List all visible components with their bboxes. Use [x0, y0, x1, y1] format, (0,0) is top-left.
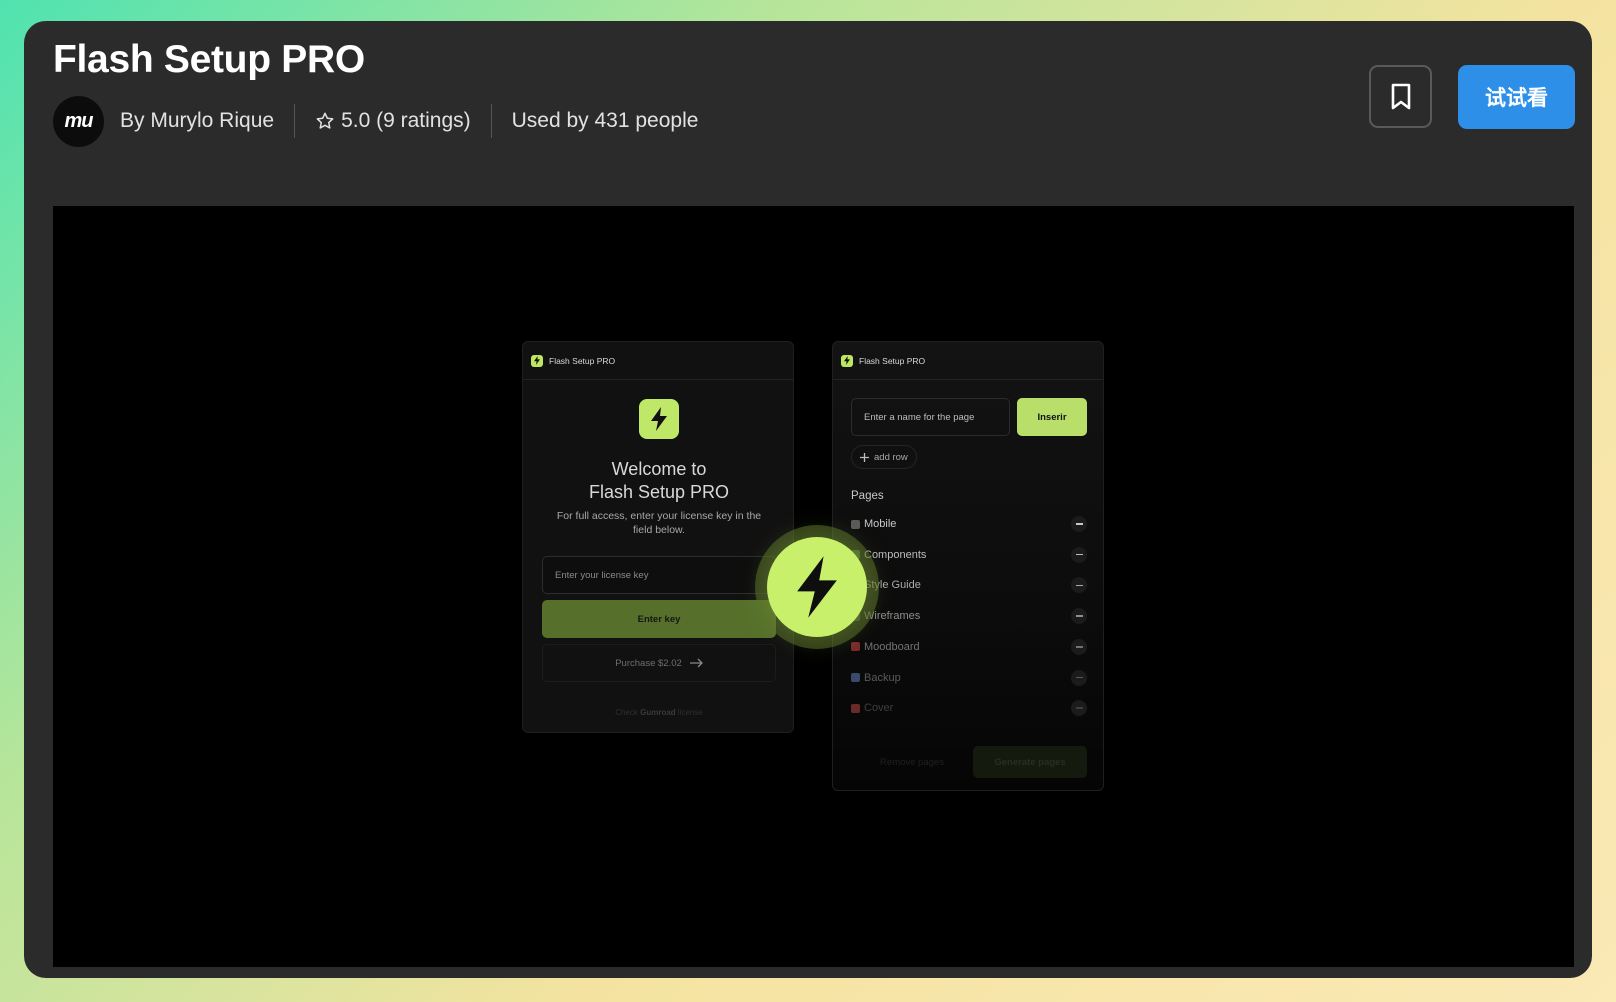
- page-label-group: Moodboard: [851, 641, 920, 653]
- welcome-subtitle: For full access, enter your license key …: [556, 510, 762, 536]
- preview-image: Flash Setup PRO Welcome to Flash Setup P…: [53, 206, 1574, 967]
- minus-icon: [1075, 523, 1083, 525]
- remove-page-button[interactable]: [1071, 577, 1087, 594]
- plugin-card: Flash Setup PRO mu By Murylo Rique 5.0 (…: [24, 21, 1592, 978]
- page-emoji-icon: [851, 519, 860, 529]
- page-emoji-icon: [851, 642, 860, 652]
- page-label: Moodboard: [864, 640, 920, 653]
- welcome-line: Flash Setup PRO: [588, 482, 730, 502]
- remove-page-button[interactable]: [1071, 546, 1087, 563]
- page-row: Wireframes: [851, 604, 1087, 628]
- minus-icon: [1075, 553, 1083, 556]
- minus-icon: [1075, 707, 1083, 709]
- page-label: Components: [864, 548, 927, 561]
- gumroad-link[interactable]: Gumroad: [640, 708, 676, 717]
- page-emoji-icon: [851, 703, 860, 713]
- purchase-label: Purchase $2.02: [615, 657, 682, 669]
- page-row: Cover: [851, 696, 1087, 720]
- panel-title: Flash Setup PRO: [549, 355, 616, 366]
- meta-divider: [490, 104, 492, 138]
- minus-icon: [1075, 584, 1083, 587]
- remove-page-button[interactable]: [1071, 516, 1087, 532]
- lightning-icon: [797, 556, 837, 618]
- lightning-badge-inner: [767, 537, 867, 637]
- page-label-group: Backup: [851, 672, 901, 684]
- bookmark-icon: [1391, 83, 1410, 109]
- minus-icon: [1075, 646, 1083, 648]
- license-panel: Flash Setup PRO Welcome to Flash Setup P…: [522, 341, 794, 733]
- add-row-label: add row: [874, 451, 908, 463]
- rating-text: 5.0 (9 ratings): [341, 109, 471, 132]
- plugin-meta: mu By Murylo Rique 5.0 (9 ratings) Used …: [53, 95, 698, 147]
- page-name-input[interactable]: Enter a name for the page: [851, 398, 1010, 436]
- author-link[interactable]: By Murylo Rique: [120, 109, 274, 133]
- page-title: Flash Setup PRO: [53, 38, 365, 81]
- remove-page-button[interactable]: [1071, 638, 1087, 655]
- lightning-icon: [639, 399, 679, 439]
- license-key-input[interactable]: Enter your license key: [542, 556, 776, 594]
- page-row: Style Guide: [851, 573, 1087, 597]
- remove-pages-button[interactable]: Remove pages: [851, 746, 973, 778]
- plus-icon: [860, 452, 869, 462]
- arrow-right-icon: [689, 658, 703, 668]
- lightning-icon: [531, 354, 543, 367]
- page-emoji-icon: [851, 673, 860, 682]
- insert-button[interactable]: Inserir: [1017, 398, 1087, 436]
- star-icon: [316, 112, 334, 129]
- usage-count: Used by 431 people: [511, 109, 699, 132]
- welcome-line: Welcome to: [611, 459, 707, 479]
- gumroad-note-prefix: Check: [615, 708, 638, 717]
- minus-icon: [1075, 615, 1083, 617]
- panel-header: Flash Setup PRO: [523, 342, 793, 380]
- purchase-button[interactable]: Purchase $2.02: [542, 644, 776, 682]
- remove-page-button[interactable]: [1071, 669, 1087, 686]
- lightning-icon: [841, 354, 853, 367]
- page-label: Backup: [864, 671, 901, 684]
- page-row: Mobile: [851, 512, 1087, 536]
- rating: 5.0 (9 ratings): [315, 109, 471, 133]
- page-label-group: Cover: [851, 702, 893, 714]
- gumroad-note-suffix: license: [677, 708, 703, 717]
- page-row: Backup: [851, 666, 1087, 690]
- page-row: Components: [851, 543, 1087, 567]
- enter-key-button[interactable]: Enter key: [542, 600, 776, 638]
- generate-pages-button[interactable]: Generate pages: [973, 746, 1087, 778]
- panel-header: Flash Setup PRO: [833, 342, 1103, 380]
- page-row: Moodboard: [851, 635, 1087, 659]
- lightning-badge: [755, 525, 879, 649]
- page-label: Mobile: [864, 518, 897, 530]
- pages-heading: Pages: [851, 490, 884, 502]
- welcome-heading: Welcome to Flash Setup PRO: [523, 458, 793, 504]
- avatar[interactable]: mu: [53, 95, 104, 147]
- page-label: Cover: [864, 702, 894, 715]
- meta-divider: [294, 104, 296, 138]
- add-row-button[interactable]: add row: [851, 445, 917, 469]
- page-label-group: Mobile: [851, 518, 896, 530]
- gumroad-note: Check Gumroad license: [523, 708, 793, 717]
- bookmark-button[interactable]: [1369, 65, 1432, 128]
- minus-icon: [1075, 676, 1083, 679]
- remove-page-button[interactable]: [1071, 700, 1087, 717]
- try-it-button[interactable]: 试试看: [1458, 65, 1575, 129]
- remove-page-button[interactable]: [1071, 608, 1087, 625]
- panel-title: Flash Setup PRO: [859, 355, 926, 366]
